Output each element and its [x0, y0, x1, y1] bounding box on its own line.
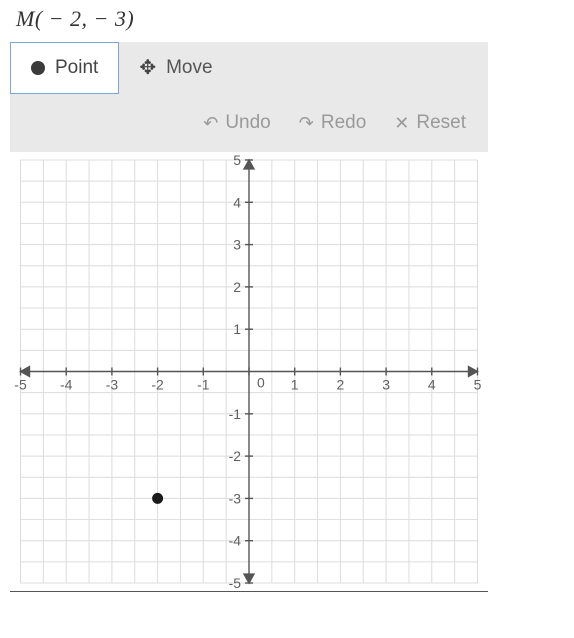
move-tool-button[interactable]: ✥ Move — [119, 42, 232, 94]
reset-label: Reset — [416, 112, 466, 134]
coordinate-grid[interactable]: -5 -4 -3 -2 -1 0 1 2 3 4 5 -5 -4 -3 -2 -1 1 2 3 4 5 — [10, 152, 488, 592]
svg-text:-4: -4 — [60, 376, 73, 392]
point-tool-button[interactable]: Point — [10, 42, 119, 94]
svg-text:5: 5 — [474, 376, 482, 392]
point-icon — [31, 61, 45, 75]
move-icon: ✥ — [139, 58, 156, 78]
svg-text:-2: -2 — [229, 448, 242, 464]
svg-text:3: 3 — [233, 237, 241, 253]
graph-svg: -5 -4 -3 -2 -1 0 1 2 3 4 5 -5 -4 -3 -2 -1 1 2 3 4 5 — [10, 152, 488, 591]
toolbar: Point ✥ Move ↶ Undo ↷ Redo ✕ Reset — [10, 42, 488, 152]
svg-text:-5: -5 — [14, 376, 27, 392]
svg-text:-1: -1 — [197, 376, 210, 392]
action-row: ↶ Undo ↷ Redo ✕ Reset — [10, 94, 488, 152]
svg-text:1: 1 — [233, 321, 241, 337]
svg-text:-3: -3 — [229, 490, 242, 506]
undo-button[interactable]: ↶ Undo — [203, 112, 271, 134]
redo-label: Redo — [321, 112, 366, 134]
redo-button[interactable]: ↷ Redo — [299, 112, 367, 134]
svg-text:4: 4 — [428, 376, 436, 392]
svg-text:1: 1 — [291, 376, 299, 392]
point-tool-label: Point — [55, 57, 98, 79]
svg-text:-5: -5 — [229, 575, 242, 591]
undo-label: Undo — [225, 112, 270, 134]
svg-text:0: 0 — [257, 374, 265, 390]
move-tool-label: Move — [166, 57, 212, 79]
tool-row: Point ✥ Move — [10, 42, 488, 94]
problem-label: M( − 2, − 3) — [10, 4, 564, 42]
svg-text:5: 5 — [233, 152, 241, 168]
svg-text:2: 2 — [233, 279, 241, 295]
svg-text:-1: -1 — [229, 406, 242, 422]
svg-text:2: 2 — [337, 376, 345, 392]
reset-button[interactable]: ✕ Reset — [394, 112, 466, 134]
svg-text:3: 3 — [382, 376, 390, 392]
reset-icon: ✕ — [394, 113, 409, 134]
svg-text:-2: -2 — [151, 376, 164, 392]
svg-text:-4: -4 — [229, 533, 242, 549]
svg-text:-3: -3 — [106, 376, 119, 392]
svg-text:4: 4 — [233, 194, 241, 210]
redo-icon: ↷ — [299, 113, 314, 134]
undo-icon: ↶ — [203, 113, 218, 134]
points — [152, 493, 163, 504]
